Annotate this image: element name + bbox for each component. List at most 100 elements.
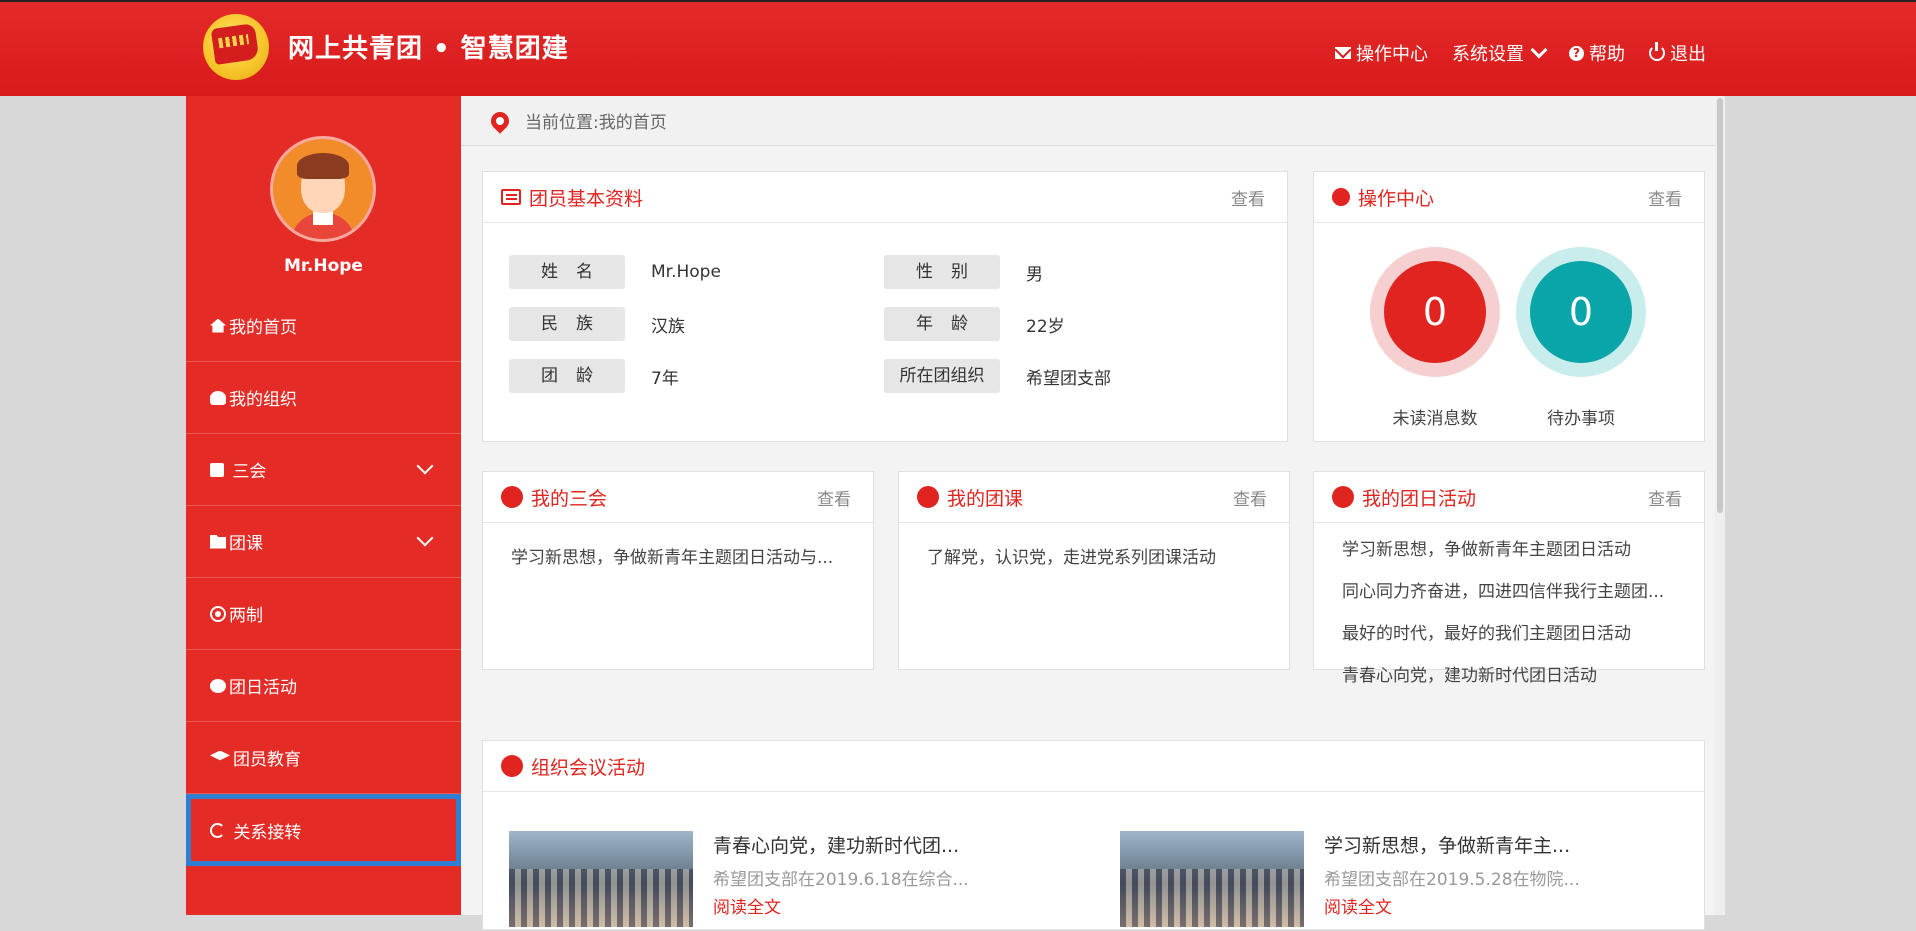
nav-label: 操作中心 xyxy=(1356,44,1428,65)
chevron-down-icon xyxy=(1530,41,1548,59)
sidebar-menu: 我的首页 我的组织 三会 团课 两制 团日活动 团员教育 关系接转 xyxy=(186,290,461,866)
sidebar-item-liangzhi[interactable]: 两制 xyxy=(186,578,461,650)
todo-count-badge[interactable]: 0 xyxy=(1516,247,1646,377)
nav-label: 退出 xyxy=(1670,44,1706,65)
news-title[interactable]: 学习新思想，争做新青年主... xyxy=(1324,831,1570,858)
nav-logout[interactable]: 退出 xyxy=(1649,40,1706,66)
scrollbar-thumb[interactable] xyxy=(1717,98,1723,513)
view-link[interactable]: 查看 xyxy=(1648,185,1682,210)
news-thumbnail[interactable] xyxy=(509,831,693,927)
calendar-icon xyxy=(501,486,523,508)
sanhui-card: 我的三会 查看 学习新思想，争做新青年主题团日活动与... xyxy=(482,471,874,670)
edit-icon xyxy=(210,462,224,477)
chevron-down-icon xyxy=(416,529,434,547)
field-label: 民族 xyxy=(509,307,625,341)
read-more-link[interactable]: 阅读全文 xyxy=(713,893,781,918)
operation-center-card: 操作中心 查看 0 0 未读消息数 待办事项 xyxy=(1313,171,1705,442)
news-summary: 希望团支部在2019.6.18在综合... xyxy=(713,870,969,890)
location-pin-icon xyxy=(487,107,513,134)
sidebar-item-label: 两制 xyxy=(229,606,263,626)
field-value: 22岁 xyxy=(1026,316,1065,337)
sidebar-item-label: 我的组织 xyxy=(229,390,297,410)
list-item[interactable]: 同心同力齐奋进，四进四信伴我行主题团... xyxy=(1342,571,1676,613)
users-icon xyxy=(210,390,226,405)
target-icon xyxy=(210,605,226,622)
sidebar: Mr.Hope 我的首页 我的组织 三会 团课 两制 团日活动 团员教育 关系接… xyxy=(186,96,461,915)
read-more-link[interactable]: 阅读全文 xyxy=(1324,893,1392,918)
field-value: 汉族 xyxy=(651,316,685,337)
card-title: 我的三会 xyxy=(531,487,608,510)
help-icon: ? xyxy=(1569,45,1584,61)
field-label: 性别 xyxy=(884,255,1000,289)
list-item[interactable]: 青春心向党，建功新时代团日活动 xyxy=(1342,655,1676,697)
card-title: 操作中心 xyxy=(1358,187,1435,210)
refresh-icon xyxy=(210,822,225,838)
microphone-icon xyxy=(917,486,939,508)
field-value: 希望团支部 xyxy=(1026,368,1111,389)
flag-icon xyxy=(1332,486,1354,508)
list-icon xyxy=(501,189,521,205)
scrollbar[interactable] xyxy=(1715,96,1725,915)
news-item[interactable]: 青春心向党，建功新时代团... 希望团支部在2019.6.18在综合... 阅读… xyxy=(509,831,1069,931)
profile-fields: 姓名 Mr.Hope 性别 男 民族 汉族 年龄 22岁 团龄 7年 所在团组织… xyxy=(509,246,1259,402)
field-label: 所在团组织 xyxy=(884,359,1000,393)
nav-help[interactable]: ? 帮助 xyxy=(1569,40,1625,66)
news-item[interactable]: 学习新思想，争做新青年主... 希望团支部在2019.5.28在物院... 阅读… xyxy=(1120,831,1680,931)
username: Mr.Hope xyxy=(284,256,363,276)
view-link[interactable]: 查看 xyxy=(1233,485,1267,510)
profile-card: 团员基本资料 查看 姓名 Mr.Hope 性别 男 民族 汉族 年龄 22岁 团… xyxy=(482,171,1288,442)
unread-label: 未读消息数 xyxy=(1392,409,1478,429)
meetings-card: 组织会议活动 青春心向党，建功新时代团... 希望团支部在2019.6.18在综… xyxy=(482,740,1705,930)
nav-label: 系统设置 xyxy=(1452,44,1524,65)
sidebar-item-my-organization[interactable]: 我的组织 xyxy=(186,362,461,434)
league-emblem-icon xyxy=(203,14,269,80)
sidebar-item-tuanri[interactable]: 团日活动 xyxy=(186,650,461,722)
tuanke-card: 我的团课 查看 了解党，认识党，走进党系列团课活动 xyxy=(898,471,1290,670)
graduation-cap-icon xyxy=(210,750,230,761)
avatar[interactable] xyxy=(270,136,376,242)
view-link[interactable]: 查看 xyxy=(1648,485,1682,510)
nav-operation-center[interactable]: 操作中心 xyxy=(1335,40,1428,66)
gear-icon xyxy=(1332,188,1350,206)
sidebar-item-home[interactable]: 我的首页 xyxy=(186,290,461,362)
top-header: 网上共青团 • 智慧团建 操作中心 系统设置 ? 帮助 退出 xyxy=(0,2,1916,96)
sidebar-item-tuanke[interactable]: 团课 xyxy=(186,506,461,578)
field-label: 姓名 xyxy=(509,255,625,289)
todo-label: 待办事项 xyxy=(1547,409,1615,429)
unread-count-badge[interactable]: 0 xyxy=(1370,247,1500,377)
list-item[interactable]: 学习新思想，争做新青年主题团日活动与... xyxy=(511,537,845,579)
news-title[interactable]: 青春心向党，建功新时代团... xyxy=(713,831,959,858)
recycle-icon xyxy=(210,678,226,693)
list-item[interactable]: 学习新思想，争做新青年主题团日活动 xyxy=(1342,529,1676,571)
view-link[interactable]: 查看 xyxy=(817,485,851,510)
nav-system-settings[interactable]: 系统设置 xyxy=(1452,40,1548,66)
view-link[interactable]: 查看 xyxy=(1231,185,1265,210)
sidebar-item-education[interactable]: 团员教育 xyxy=(186,722,461,794)
field-label: 年龄 xyxy=(884,307,1000,341)
top-nav: 操作中心 系统设置 ? 帮助 退出 xyxy=(1335,40,1706,66)
card-title: 我的团课 xyxy=(947,487,1024,510)
card-title: 组织会议活动 xyxy=(531,756,646,779)
field-label: 团龄 xyxy=(509,359,625,393)
chevron-down-icon xyxy=(416,457,434,475)
news-summary: 希望团支部在2019.5.28在物院... xyxy=(1324,870,1580,890)
sidebar-item-sanhui[interactable]: 三会 xyxy=(186,434,461,506)
sidebar-item-label: 我的首页 xyxy=(229,318,297,338)
tuanri-card: 我的团日活动 查看 学习新思想，争做新青年主题团日活动 同心同力齐奋进，四进四信… xyxy=(1313,471,1705,686)
sidebar-item-label: 团课 xyxy=(229,534,263,554)
list-item[interactable]: 最好的时代，最好的我们主题团日活动 xyxy=(1342,613,1676,655)
sidebar-item-transfer[interactable]: 关系接转 xyxy=(186,794,461,866)
list-item[interactable]: 了解党，认识党，走进党系列团课活动 xyxy=(927,537,1261,579)
breadcrumb: 当前位置:我的首页 xyxy=(461,96,1725,146)
breadcrumb-text: 当前位置:我的首页 xyxy=(525,113,667,133)
power-icon xyxy=(1649,42,1665,61)
news-thumbnail[interactable] xyxy=(1120,831,1304,927)
main-content: 当前位置:我的首页 团员基本资料 查看 姓名 Mr.Hope 性别 男 民族 汉… xyxy=(461,96,1725,930)
nav-label: 帮助 xyxy=(1589,44,1625,65)
sidebar-item-label: 团日活动 xyxy=(229,678,297,698)
sidebar-item-label: 三会 xyxy=(232,462,267,482)
mail-icon xyxy=(1335,47,1351,59)
field-value: 男 xyxy=(1026,264,1043,285)
document-icon xyxy=(501,755,523,777)
card-title: 团员基本资料 xyxy=(529,187,644,210)
